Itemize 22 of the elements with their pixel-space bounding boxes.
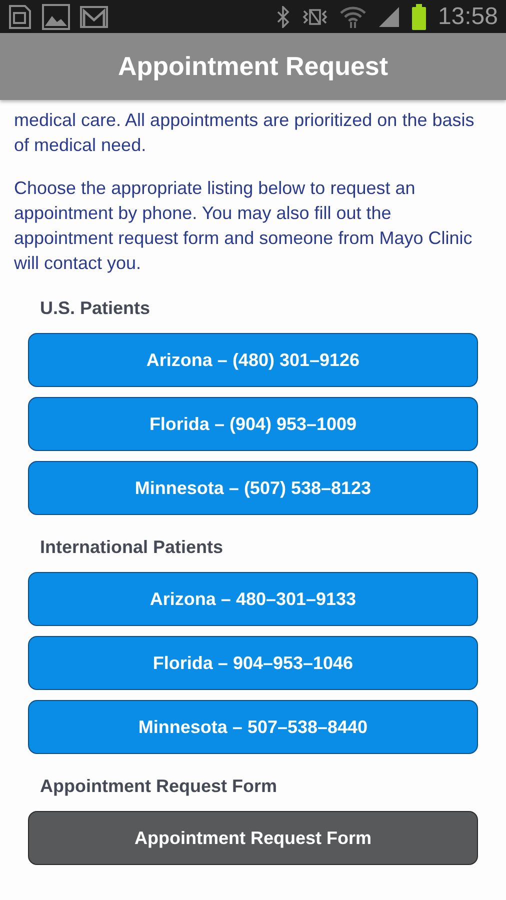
section-heading: U.S. Patients bbox=[39, 298, 152, 319]
phone-button[interactable]: Arizona – (480) 301–9126 bbox=[28, 333, 478, 387]
intro-paragraph: Choose the appropriate listing below to request an appointment by phone. You may also fill out the appointment request form and someone from Mayo Clinic will contact you. bbox=[13, 177, 474, 275]
sim-card-icon bbox=[8, 4, 32, 30]
phone-button[interactable]: Arizona – 480–301–9133 bbox=[28, 572, 478, 626]
battery-icon bbox=[412, 4, 426, 30]
page-title: Appointment Request bbox=[118, 51, 388, 82]
vibrate-icon bbox=[302, 6, 328, 26]
phone-button[interactable]: Florida – (904) 953–1009 bbox=[28, 397, 478, 451]
intro-paragraph: medical care. All appointments are prioritized on the basis of medical need. bbox=[13, 109, 476, 157]
section-heading: International Patients bbox=[39, 537, 224, 558]
bluetooth-icon bbox=[276, 6, 290, 28]
phone-button[interactable]: Florida – 904–953–1046 bbox=[28, 636, 478, 690]
form-button[interactable]: Appointment Request Form bbox=[28, 811, 478, 865]
clock-time: 13:58 bbox=[438, 2, 498, 30]
mail-icon bbox=[80, 6, 108, 28]
phone-button[interactable]: Minnesota – (507) 538–8123 bbox=[28, 461, 478, 515]
phone-button[interactable]: Minnesota – 507–538–8440 bbox=[28, 700, 478, 754]
section-heading: Appointment Request Form bbox=[39, 776, 278, 797]
image-icon bbox=[42, 4, 70, 30]
signal-icon bbox=[378, 6, 400, 28]
wifi-icon bbox=[340, 4, 366, 28]
